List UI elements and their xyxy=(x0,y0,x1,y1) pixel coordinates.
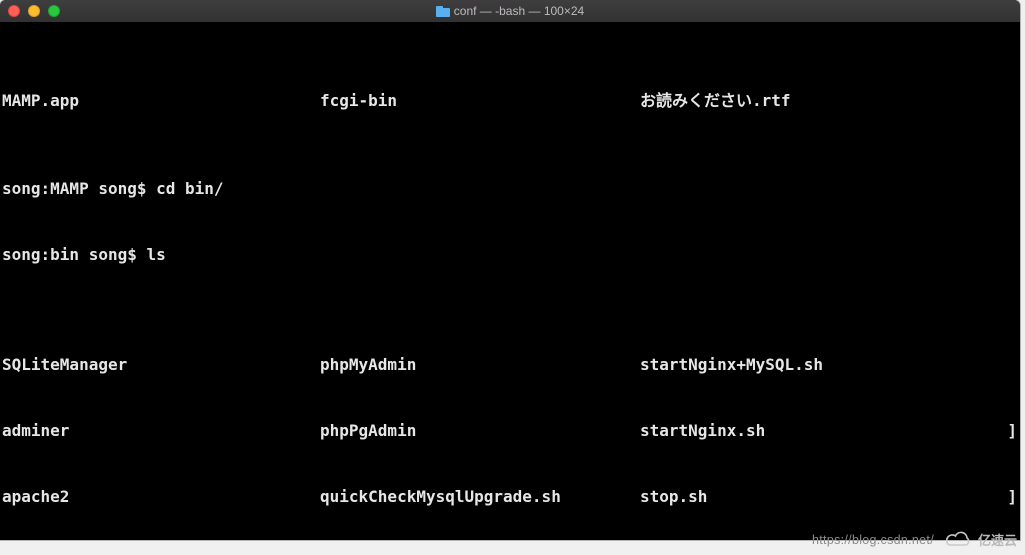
list-item: quickCheckMysqlUpgrade.sh xyxy=(320,486,640,508)
list-item: adminer xyxy=(2,420,320,442)
list-item: startNginx+MySQL.sh xyxy=(640,354,1018,376)
terminal-window: conf — -bash — 100×24 MAMP.app fcgi-bin … xyxy=(0,0,1020,540)
window-title: conf — -bash — 100×24 xyxy=(0,4,1020,18)
list-row: SQLiteManager phpMyAdmin startNginx+MySQ… xyxy=(2,354,1018,376)
watermark: https://blog.csdn.net/ 亿速云 xyxy=(812,530,1017,549)
prompt-line: song:MAMP song$ cd bin/ xyxy=(2,178,1018,200)
traffic-lights xyxy=(8,5,60,17)
list-item: apache2 xyxy=(2,486,320,508)
list-item: startNginx.sh xyxy=(640,420,1007,442)
list-item: MAMP.app xyxy=(2,90,320,112)
watermark-yisu: 亿速云 xyxy=(944,530,1017,549)
list-item: お読みください.rtf xyxy=(640,90,1018,112)
window-title-text: conf — -bash — 100×24 xyxy=(454,4,584,18)
list-item: phpPgAdmin xyxy=(320,420,640,442)
list-item: fcgi-bin xyxy=(320,90,640,112)
list-row: adminerphpPgAdminstartNginx.sh] xyxy=(2,420,1017,442)
watermark-csdn: https://blog.csdn.net/ xyxy=(812,533,934,547)
terminal-content[interactable]: MAMP.app fcgi-bin お読みください.rtf song:MAMP … xyxy=(0,22,1020,540)
watermark-yisu-text: 亿速云 xyxy=(978,530,1017,549)
list-item: stop.sh xyxy=(640,486,1007,508)
list-item: SQLiteManager xyxy=(2,354,320,376)
title-bar[interactable]: conf — -bash — 100×24 xyxy=(0,0,1020,22)
list-row: apache2quickCheckMysqlUpgrade.shstop.sh] xyxy=(2,486,1017,508)
folder-icon xyxy=(436,6,450,17)
maximize-button[interactable] xyxy=(48,5,60,17)
list-item: phpMyAdmin xyxy=(320,354,640,376)
cloud-icon xyxy=(944,531,974,549)
prompt-line: song:bin song$ ls xyxy=(2,244,1018,266)
close-button[interactable] xyxy=(8,5,20,17)
minimize-button[interactable] xyxy=(28,5,40,17)
list-row: MAMP.app fcgi-bin お読みください.rtf xyxy=(2,90,1018,112)
